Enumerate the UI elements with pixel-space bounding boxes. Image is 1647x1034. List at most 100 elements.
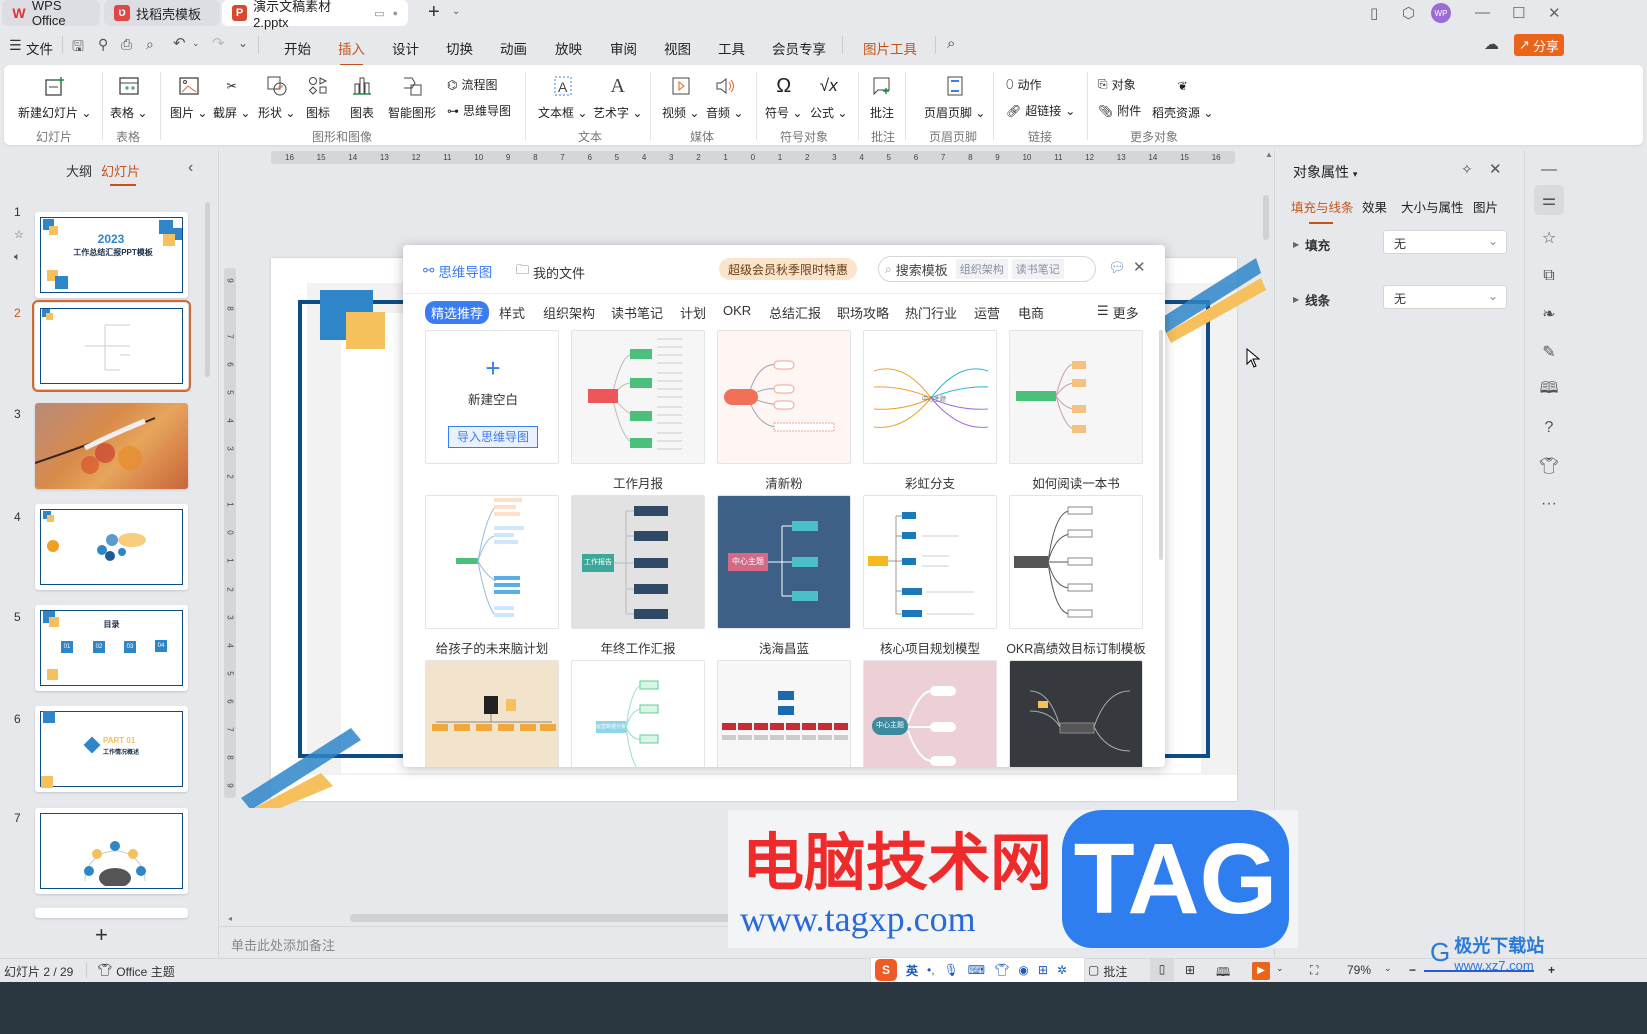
close-dialog-button[interactable]: ✕: [1133, 258, 1146, 276]
scroll-up-arrow[interactable]: ▲: [1265, 150, 1273, 159]
more-categories-button[interactable]: ☰ 更多: [1097, 303, 1139, 322]
category-featured[interactable]: 精选推荐: [425, 301, 490, 324]
phone-icon[interactable]: ▯: [1370, 4, 1378, 22]
print-preview-icon[interactable]: ⌕: [146, 36, 154, 53]
play-slideshow-button[interactable]: ▶: [1252, 962, 1270, 980]
template-card[interactable]: [717, 330, 851, 464]
menu-view[interactable]: 视图: [664, 38, 691, 58]
template-card[interactable]: [1009, 495, 1143, 629]
book-search-icon[interactable]: 🕮︎: [1534, 375, 1564, 405]
tab-docer[interactable]: ט 找稻壳模板: [104, 0, 220, 26]
template-card[interactable]: [425, 495, 559, 629]
chart-button[interactable]: 图表: [350, 74, 374, 121]
zoom-level[interactable]: 79%: [1347, 963, 1371, 977]
header-footer-button[interactable]: 页眉页脚 ⌄: [924, 74, 985, 121]
undo-icon[interactable]: ↶: [173, 34, 186, 52]
category-reading[interactable]: 读书笔记: [611, 303, 663, 322]
close-window-button[interactable]: ✕: [1548, 4, 1561, 22]
theme-shirt-icon[interactable]: 👕︎: [1534, 451, 1564, 481]
image-style-icon[interactable]: ❧: [1534, 299, 1564, 329]
slide-thumbnail-4[interactable]: [35, 504, 188, 590]
minimize-button[interactable]: —: [1475, 4, 1490, 21]
textbox-button[interactable]: A 文本框 ⌄: [538, 74, 587, 121]
chat-icon[interactable]: 💬︎: [1108, 259, 1126, 276]
new-tab-button[interactable]: +: [428, 1, 440, 24]
category-okr[interactable]: OKR: [723, 303, 751, 318]
shape-button[interactable]: 形状 ⌄: [258, 74, 295, 121]
new-blank-card[interactable]: + 新建空白 导入思维导图: [425, 330, 559, 464]
template-card[interactable]: [571, 330, 705, 464]
slide-thumbnail-2[interactable]: [32, 300, 191, 392]
my-files-button[interactable]: 🗀 我的文件: [516, 261, 585, 283]
template-card[interactable]: 中心主题: [717, 495, 851, 629]
ime-toolbar[interactable]: S 英 •, 🎙︎ ⌨ 👕︎ ◉ ⊞ ✲: [870, 957, 1085, 983]
reading-view-button[interactable]: 🕮︎: [1216, 963, 1230, 984]
menu-transition[interactable]: 切换: [446, 38, 473, 58]
category-style[interactable]: 样式: [499, 303, 525, 322]
template-card[interactable]: [863, 495, 997, 629]
object-button[interactable]: ⎘ 对象: [1098, 76, 1136, 93]
template-card[interactable]: [1009, 330, 1143, 464]
template-search-input[interactable]: ⌕ 搜索模板 组织架构 读书笔记: [878, 256, 1096, 282]
category-industry[interactable]: 热门行业: [905, 303, 957, 322]
share-button[interactable]: ↗ 分享: [1514, 34, 1564, 56]
template-card[interactable]: [717, 660, 851, 767]
slide-thumbnail-6[interactable]: PART 01 工作情况概述: [35, 706, 188, 792]
scroll-left-arrow[interactable]: ◂: [228, 914, 232, 923]
star-icon[interactable]: ☆: [14, 228, 24, 241]
tab-slides[interactable]: 幻灯片: [101, 161, 140, 180]
template-card[interactable]: 中心主题: [863, 330, 997, 464]
template-card[interactable]: 工作报告: [571, 495, 705, 629]
new-slide-button[interactable]: 新建幻灯片 ⌄: [18, 74, 91, 121]
menu-home[interactable]: 开始: [284, 38, 311, 58]
hyperlink-button[interactable]: 🔗︎ 超链接 ⌄: [1006, 102, 1075, 119]
menu-file[interactable]: 文件: [26, 38, 53, 58]
template-card[interactable]: 运营数据分析: [571, 660, 705, 767]
tab-wps-office[interactable]: W WPS Office: [2, 0, 100, 28]
zoom-out-button[interactable]: −: [1409, 963, 1416, 977]
menu-review[interactable]: 审阅: [610, 38, 637, 58]
redo-icon[interactable]: ↷: [212, 34, 225, 52]
share-link-icon[interactable]: ⚲: [98, 36, 108, 53]
tab-effects[interactable]: 效果: [1362, 197, 1387, 216]
attachment-button[interactable]: 📎︎ 附件: [1098, 102, 1141, 119]
notes-input[interactable]: 单击此处添加备注: [231, 935, 335, 954]
dialog-scrollbar[interactable]: [1159, 330, 1163, 560]
screenshot-button[interactable]: ✂ 截屏 ⌄: [213, 74, 250, 121]
category-plan[interactable]: 计划: [680, 303, 706, 322]
symbol-button[interactable]: Ω 符号 ⌄: [765, 74, 802, 121]
video-button[interactable]: 视频 ⌄: [662, 74, 699, 121]
template-card[interactable]: [425, 660, 559, 767]
pin-icon[interactable]: ✧: [1461, 161, 1473, 178]
menu-design[interactable]: 设计: [392, 38, 419, 58]
picture-button[interactable]: 图片 ⌄: [170, 74, 207, 121]
print-icon[interactable]: ⎙: [121, 36, 132, 53]
menu-animation[interactable]: 动画: [500, 38, 527, 58]
dialog-brand[interactable]: ⚯ 思维导图: [423, 261, 492, 281]
mindmap-button[interactable]: ⊶ 思维导图: [447, 102, 511, 119]
more-icon[interactable]: ···: [1534, 489, 1564, 519]
tab-list-chevron-icon[interactable]: ⌄: [452, 6, 460, 17]
cube-icon[interactable]: ⬡: [1402, 4, 1415, 22]
formula-button[interactable]: √x 公式 ⌄: [810, 74, 847, 121]
import-mindmap-button[interactable]: 导入思维导图: [448, 426, 538, 448]
slide-thumbnail-1[interactable]: 2023 工作总结汇报PPT模板: [35, 212, 188, 298]
smartart-button[interactable]: 智能图形: [388, 74, 436, 121]
fit-window-button[interactable]: ⛶: [1310, 963, 1318, 978]
slideshow-options-chevron-icon[interactable]: ⌄: [1276, 963, 1284, 974]
horizontal-scrollbar[interactable]: [350, 914, 740, 922]
slide-thumbnail-3[interactable]: [35, 403, 188, 489]
template-card[interactable]: [1009, 660, 1143, 767]
theme-button[interactable]: 👕︎ Office 主题: [97, 963, 175, 980]
star-style-icon[interactable]: ☆: [1534, 223, 1564, 253]
menu-insert[interactable]: 插入: [338, 38, 365, 66]
slide-thumbnail-5[interactable]: 目录 01 02 03 04: [35, 605, 188, 691]
category-org[interactable]: 组织架构: [543, 303, 595, 322]
tab-current-file[interactable]: P 演示文稿素材2.pptx ▭ ●: [222, 0, 408, 30]
slide-sorter-button[interactable]: ⊞: [1185, 963, 1195, 977]
zoom-dropdown-icon[interactable]: ⌄: [1384, 963, 1392, 974]
panel-title-dropdown[interactable]: 对象属性 ▾: [1293, 162, 1357, 182]
transform-icon[interactable]: ⧉: [1534, 261, 1564, 291]
menu-picture-tools[interactable]: 图片工具: [863, 38, 917, 58]
avatar[interactable]: WP: [1431, 3, 1451, 23]
